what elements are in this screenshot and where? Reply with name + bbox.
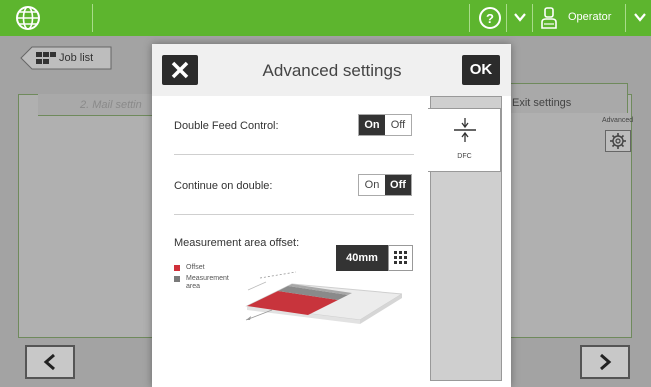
topbar-separator [532,4,533,32]
tab-mail-settings-label: 2. Mail settin [80,99,142,111]
next-button[interactable] [580,345,630,379]
divider [174,154,414,155]
dialog-title: Advanced settings [262,61,402,80]
keypad-icon [394,251,407,264]
double-feed-control-toggle[interactable]: On Off [358,114,412,136]
topbar-separator [92,4,93,32]
continue-on-double-toggle[interactable]: On Off [358,174,412,196]
settings-content: Double Feed Control: On Off Continue on … [152,96,428,387]
toggle-off-option[interactable]: Off [385,175,411,195]
help-icon[interactable]: ? [478,6,502,30]
operator-label: Operator [568,11,612,23]
dfc-icon [454,118,476,142]
continue-on-double-label: Continue on double: [174,180,273,192]
tab-dfc[interactable]: DFC [428,108,501,172]
ok-button[interactable]: OK [462,55,500,85]
toggle-on-option[interactable]: On [359,175,385,195]
close-icon [171,61,189,79]
toggle-off-option[interactable]: Off [385,115,411,135]
job-list-label: Job list [59,52,94,64]
previous-button[interactable] [25,345,75,379]
keypad-button[interactable] [388,245,413,271]
chevron-down-icon[interactable] [632,9,648,25]
toggle-on-option[interactable]: On [359,115,385,135]
user-icon [541,7,557,29]
tab-dfc-label: DFC [457,153,472,160]
chevron-down-icon[interactable] [512,9,528,25]
svg-text:?: ? [486,11,494,26]
gear-icon [610,133,626,149]
offset-value: 40mm [346,252,378,264]
advanced-label: Advanced [602,117,634,124]
top-bar: ? Operator [0,0,651,36]
measurement-offset-label: Measurement area offset: [174,237,300,249]
topbar-separator [469,4,470,32]
measurement-area-legend-label: Measurement area [186,275,229,290]
offset-value-field[interactable]: 40mm [336,245,413,271]
globe-icon[interactable] [13,4,43,32]
tab-exit-settings-label: Exit settings [512,97,572,109]
chevron-left-icon [43,353,55,371]
topbar-separator [625,4,626,32]
advanced-settings-button[interactable] [605,130,631,152]
double-feed-control-label: Double Feed Control: [174,120,279,132]
offset-legend-swatch [174,265,180,271]
job-list-icon [36,52,56,64]
settings-tab-column: DFC [428,96,511,387]
offset-legend-label: Offset [186,264,205,271]
topbar-separator [506,4,507,32]
close-button[interactable] [162,55,198,85]
measurement-area-legend-swatch [174,276,180,282]
advanced-settings-dialog: Advanced settings OK Double Feed Control… [152,44,511,387]
chevron-right-icon [600,353,612,371]
dialog-header: Advanced settings OK [152,44,511,96]
divider [174,214,414,215]
